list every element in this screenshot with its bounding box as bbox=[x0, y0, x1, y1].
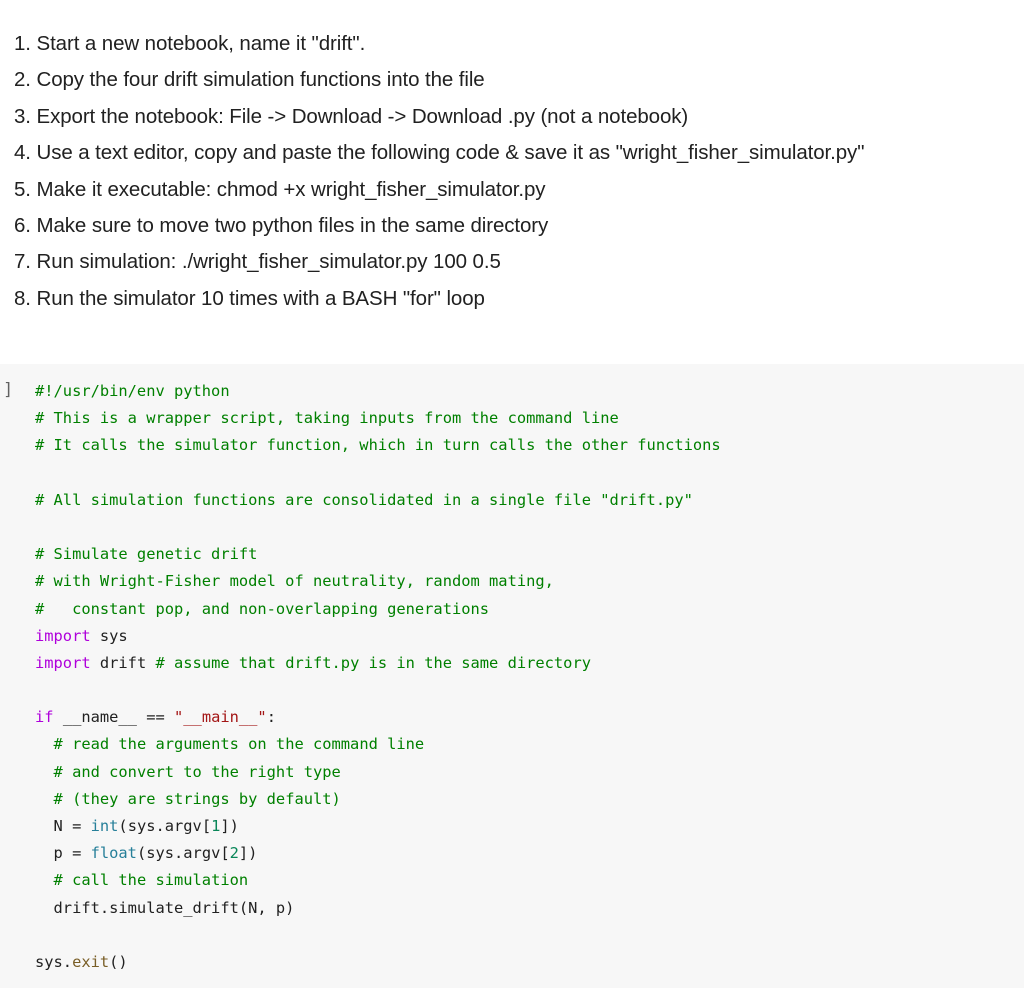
code-line: drift.simulate_drift(N, p) bbox=[35, 895, 721, 922]
instruction-item: 6. Make sure to move two python files in… bbox=[14, 213, 549, 237]
code-text: drift.simulate_drift(N, p) bbox=[35, 898, 295, 917]
code-line: # with Wright-Fisher model of neutrality… bbox=[35, 568, 721, 595]
code-line: # This is a wrapper script, taking input… bbox=[35, 405, 721, 432]
code-keyword: import bbox=[35, 626, 91, 645]
code-text: () bbox=[109, 952, 128, 971]
code-text: __name__ == bbox=[53, 708, 175, 727]
code-comment: # with Wright-Fisher model of neutrality… bbox=[35, 572, 554, 591]
code-editor[interactable]: #!/usr/bin/env python # This is a wrapper… bbox=[35, 378, 721, 976]
code-text: sys. bbox=[35, 952, 73, 971]
code-text: drift bbox=[90, 653, 156, 672]
code-line: p = float(sys.argv[2]) bbox=[35, 840, 721, 867]
code-line: # Simulate genetic drift bbox=[35, 541, 721, 568]
code-comment: # read the arguments on the command line bbox=[53, 735, 425, 754]
code-text: sys bbox=[90, 626, 128, 645]
code-comment: #!/usr/bin/env python bbox=[35, 382, 230, 400]
code-text: (sys.argv[ bbox=[136, 844, 230, 863]
code-builtin: float bbox=[90, 844, 137, 863]
code-line: # (they are strings by default) bbox=[35, 786, 721, 813]
code-builtin: int bbox=[90, 817, 119, 835]
code-text: : bbox=[266, 708, 276, 727]
cell-execution-bracket[interactable]: ] bbox=[3, 380, 13, 400]
code-text: ]) bbox=[238, 844, 258, 863]
code-keyword: if bbox=[35, 708, 54, 727]
instruction-item: 2. Copy the four drift simulation functi… bbox=[14, 68, 485, 92]
code-line: sys.exit() bbox=[35, 949, 721, 976]
code-string: "__main__" bbox=[174, 708, 267, 727]
code-function: exit bbox=[72, 952, 110, 971]
code-text: p = bbox=[35, 844, 91, 863]
instruction-list: 1. Start a new notebook, name it "drift"… bbox=[14, 26, 1024, 317]
instruction-item: 7. Run simulation: ./wright_fisher_simul… bbox=[14, 250, 501, 274]
instruction-item: 1. Start a new notebook, name it "drift"… bbox=[14, 32, 366, 55]
code-comment: # All simulation functions are consolida… bbox=[35, 490, 693, 509]
code-line: #!/usr/bin/env python bbox=[35, 378, 721, 405]
code-line: N = int(sys.argv[1]) bbox=[35, 813, 721, 840]
code-line: import drift # assume that drift.py is i… bbox=[35, 650, 721, 677]
code-comment: # assume that drift.py is in the same di… bbox=[155, 653, 591, 672]
code-comment: # constant pop, and non-overlapping gene… bbox=[35, 599, 490, 618]
code-comment: # It calls the simulator function, which… bbox=[35, 436, 721, 455]
code-number: 1 bbox=[211, 817, 221, 835]
code-line: import sys bbox=[35, 623, 721, 650]
instruction-item: 3. Export the notebook: File -> Download… bbox=[14, 104, 689, 128]
code-comment: # Simulate genetic drift bbox=[35, 545, 258, 564]
code-comment: # and convert to the right type bbox=[53, 762, 341, 781]
code-line: # and convert to the right type bbox=[35, 759, 721, 786]
code-keyword: import bbox=[35, 653, 91, 672]
code-text: N = bbox=[35, 817, 91, 835]
instruction-item: 8. Run the simulator 10 times with a BAS… bbox=[14, 286, 485, 310]
code-line: # read the arguments on the command line bbox=[35, 731, 721, 758]
code-comment: # call the simulation bbox=[53, 871, 249, 890]
instruction-item: 5. Make it executable: chmod +x wright_f… bbox=[14, 177, 546, 201]
code-text: ]) bbox=[220, 817, 239, 835]
code-number: 2 bbox=[229, 844, 239, 863]
instruction-item: 4. Use a text editor, copy and paste the… bbox=[14, 141, 865, 165]
code-text: (sys.argv[ bbox=[118, 817, 212, 835]
code-comment: # (they are strings by default) bbox=[53, 789, 341, 808]
code-comment: # This is a wrapper script, taking input… bbox=[35, 409, 619, 428]
code-line: # All simulation functions are consolida… bbox=[35, 487, 721, 514]
code-line: # It calls the simulator function, which… bbox=[35, 432, 721, 459]
code-line: # constant pop, and non-overlapping gene… bbox=[35, 596, 721, 623]
code-line: # call the simulation bbox=[35, 867, 721, 894]
code-line: if __name__ == "__main__": bbox=[35, 704, 721, 731]
